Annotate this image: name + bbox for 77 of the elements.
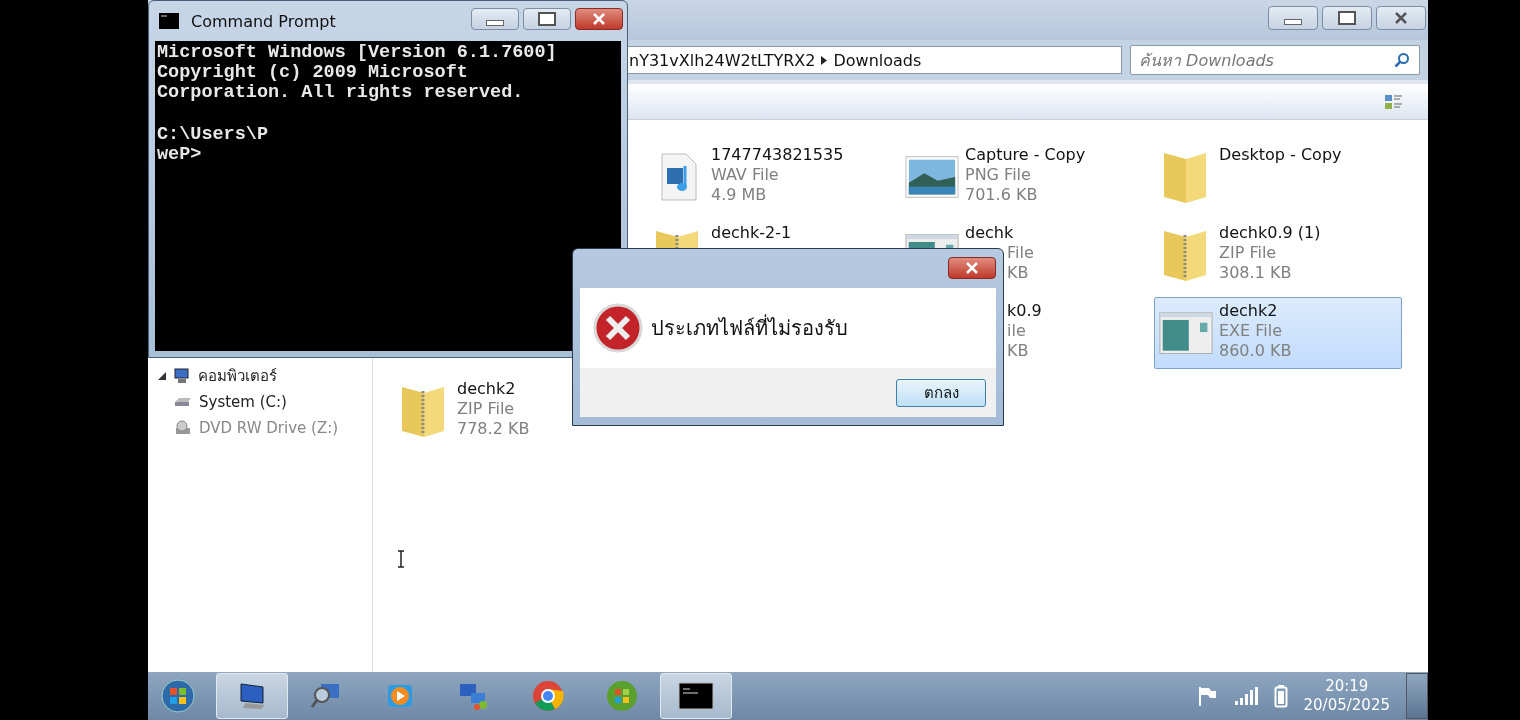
signal-bars-icon[interactable]	[1233, 686, 1258, 706]
sidebar-item[interactable]: คอมพิวเตอร์	[198, 364, 277, 388]
file-name: Desktop - Copy	[1219, 145, 1342, 165]
window-title: Command Prompt	[191, 11, 336, 31]
close-icon	[965, 262, 979, 274]
search-field[interactable]: ค้นหา Downloads	[1130, 45, 1420, 75]
file-detail: 701.6 KB	[965, 185, 1039, 205]
search-icon[interactable]	[1394, 52, 1410, 68]
sidebar-item[interactable]: System (C:)	[199, 393, 287, 411]
file-detail: 308.1 KB	[1219, 263, 1293, 283]
console-icon	[678, 682, 714, 710]
file-detail: KB	[1007, 263, 1030, 283]
close-button[interactable]	[575, 8, 623, 30]
taskbar-app[interactable]	[216, 673, 288, 719]
file-detail: KB	[1007, 341, 1030, 361]
file-detail: ZIP File	[457, 399, 516, 419]
breadcrumb-arrow-icon	[821, 55, 828, 65]
file-name: dechk2	[1219, 301, 1279, 321]
application-window-icon	[1159, 310, 1213, 356]
minimize-button[interactable]	[471, 8, 519, 30]
file-item[interactable]: dechk2 ZIP File 778.2 KB	[392, 375, 640, 447]
file-name: 1747743821535	[711, 145, 844, 165]
battery-icon[interactable]	[1273, 684, 1288, 708]
console-area[interactable]: Microsoft Windows [Version 6.1.7600] Copyright (c) 2009 Microsoft Corporation. All rights reserved. C:\Users\P weP>	[155, 41, 621, 351]
file-detail: 4.9 MB	[711, 185, 768, 205]
file-detail: ile	[1007, 321, 1027, 341]
file-name: dechk2	[457, 379, 517, 399]
text-cursor-icon	[397, 550, 405, 568]
console-line: Copyright (c) 2009 Microsoft	[157, 63, 469, 83]
clock-date: 20/05/2025	[1303, 696, 1390, 715]
close-button[interactable]	[948, 257, 996, 279]
file-name: Capture - Copy	[965, 145, 1086, 165]
file-detail: ZIP File	[1219, 243, 1278, 263]
file-name: dechk	[965, 223, 1015, 243]
clock-time: 20:19	[1325, 677, 1369, 696]
error-message: ประเภทไฟล์ที่ไม่รองรับ	[651, 313, 848, 342]
file-detail: 860.0 KB	[1219, 341, 1292, 361]
file-detail: WAV File	[711, 165, 780, 185]
image-file-icon	[905, 155, 959, 199]
file-detail: 778.2 KB	[457, 419, 530, 439]
dvd-drive-icon	[174, 420, 192, 436]
browser-icon	[531, 679, 565, 713]
view-options-icon[interactable]	[1384, 92, 1404, 111]
file-name: dechk0.9 (1)	[1219, 223, 1321, 243]
taskbar-app[interactable]	[660, 673, 732, 719]
minimize-button[interactable]	[1268, 6, 1318, 30]
close-icon	[1394, 12, 1408, 24]
error-icon	[593, 303, 643, 353]
console-line: C:\Users\P	[157, 125, 270, 145]
breadcrumb-item[interactable]: Downloads	[833, 50, 922, 70]
audio-file-icon	[658, 152, 698, 202]
file-detail: PNG File	[965, 165, 1032, 185]
drive-icon	[174, 396, 192, 408]
close-button[interactable]	[1376, 6, 1426, 30]
computer-icon	[173, 368, 191, 384]
address-bar[interactable]: nY31vXlh24W2tLTYRX2 Downloads	[626, 46, 1122, 74]
maximize-button[interactable]	[523, 8, 571, 30]
file-name: dechk-2-1	[711, 223, 792, 243]
file-item[interactable]: dechk2 EXE File 860.0 KB	[1154, 297, 1402, 369]
file-item[interactable]: Capture - Copy PNG File 701.6 KB	[900, 141, 1148, 213]
breadcrumb-item[interactable]: nY31vXlh24W2tLTYRX2	[629, 50, 816, 70]
file-name: k0.9	[1007, 301, 1042, 321]
file-item[interactable]: Desktop - Copy	[1154, 141, 1402, 213]
file-detail: File	[1007, 243, 1034, 263]
console-icon	[159, 13, 179, 29]
file-detail: EXE File	[1219, 321, 1284, 341]
close-icon	[592, 13, 606, 25]
maximize-button[interactable]	[1322, 6, 1372, 30]
file-item[interactable]: dechk0.9 (1) ZIP File 308.1 KB	[1154, 219, 1402, 291]
show-desktop-button[interactable]	[1406, 673, 1428, 719]
expand-arrow-icon[interactable]	[158, 372, 166, 380]
windows-logo-icon	[605, 679, 639, 713]
file-item[interactable]: 1747743821535 WAV File 4.9 MB	[646, 141, 894, 213]
console-line: weP>	[157, 145, 203, 165]
console-line: Microsoft Windows [Version 6.1.7600]	[157, 43, 558, 63]
ok-button[interactable]: ตกลง	[896, 378, 986, 407]
console-line: Corporation. All rights reserved.	[157, 83, 525, 103]
